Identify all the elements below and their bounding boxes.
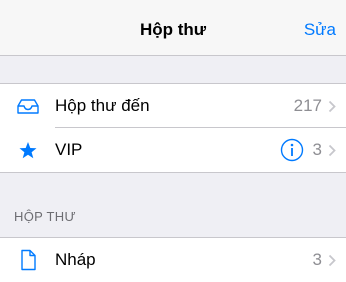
folders-group: Nháp 3 — [0, 237, 346, 282]
item-count: 3 — [312, 250, 322, 269]
mailbox-label: VIP — [55, 140, 83, 159]
inbox-tray-icon — [17, 99, 39, 114]
page-title: Hộp thư — [139, 20, 207, 39]
mailbox-row-vip[interactable]: VIP 3 — [0, 128, 346, 172]
folder-label: Nháp — [55, 250, 96, 269]
document-icon — [21, 249, 36, 271]
info-icon[interactable] — [280, 138, 304, 162]
navigation-bar: Hộp thư Sửa — [0, 0, 346, 56]
unread-count: 217 — [293, 96, 322, 115]
star-icon — [19, 142, 37, 159]
chevron-right-icon — [328, 100, 336, 113]
mailbox-label: Hộp thư đến — [55, 96, 150, 115]
mailbox-row-inbox[interactable]: Hộp thư đến 217 — [0, 84, 346, 128]
edit-button[interactable]: Sửa — [304, 20, 336, 40]
chevron-right-icon — [328, 144, 336, 157]
mailboxes-group: Hộp thư đến 217 VIP 3 — [0, 83, 346, 173]
unread-count: 3 — [312, 140, 322, 159]
section-header: HỘP THƯ — [14, 209, 76, 224]
folder-row-drafts[interactable]: Nháp 3 — [0, 238, 346, 282]
chevron-right-icon — [328, 254, 336, 267]
